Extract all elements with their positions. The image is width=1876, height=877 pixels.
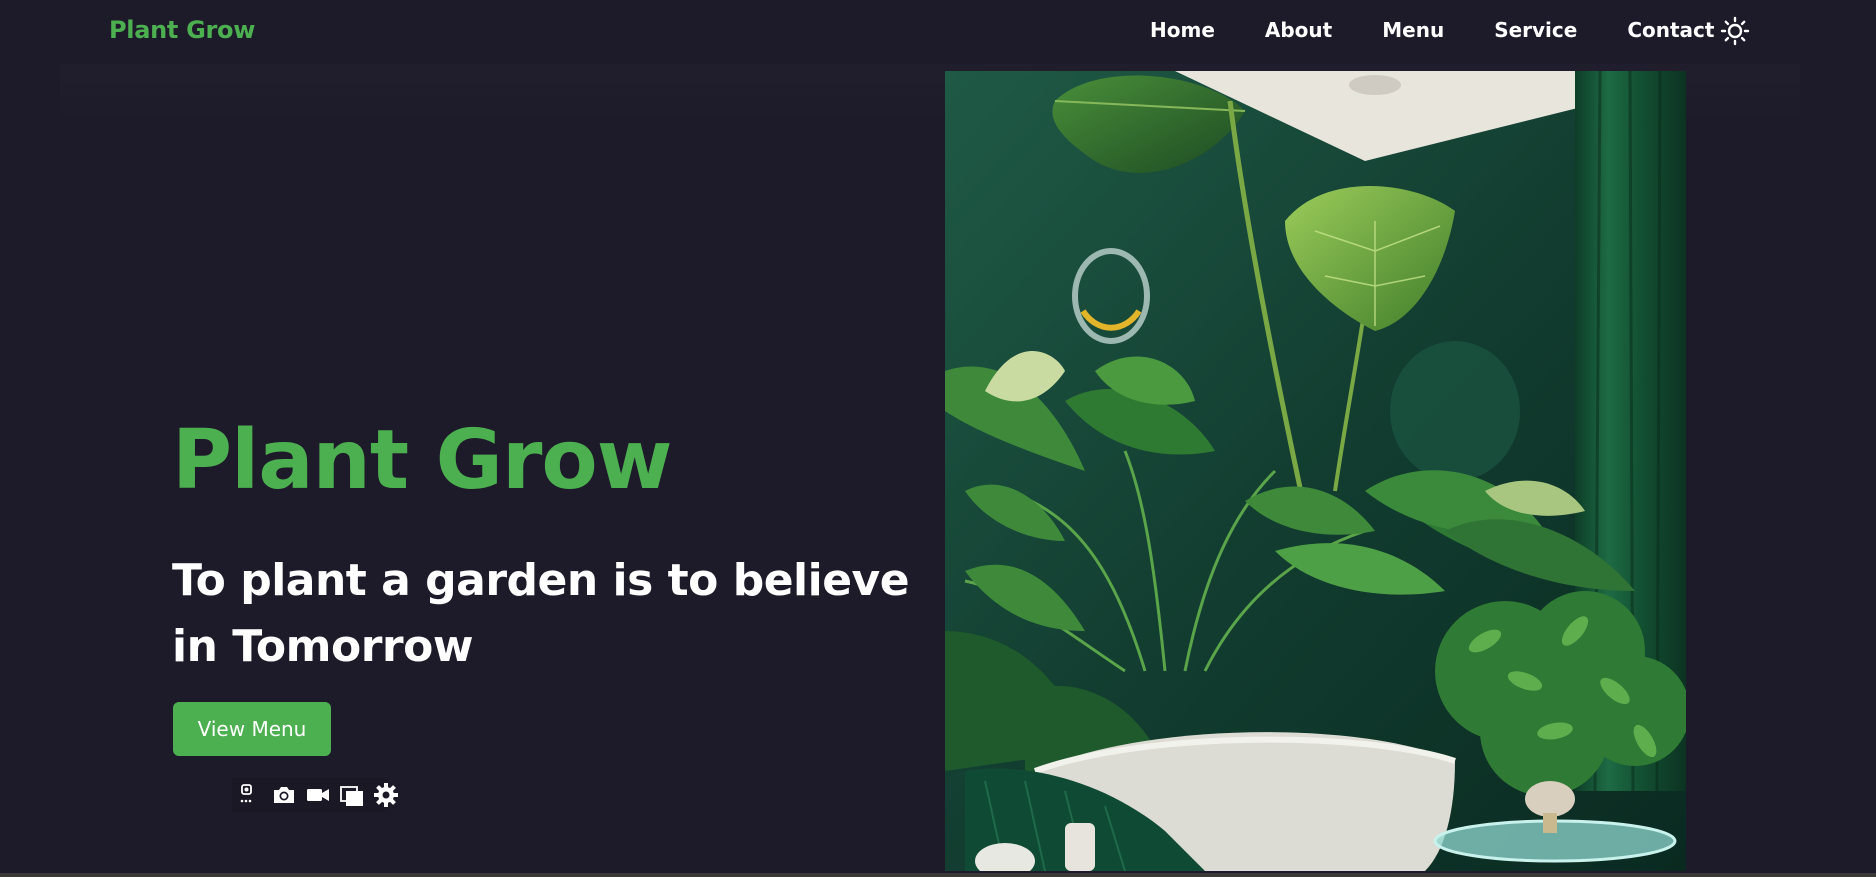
- indoor-plants-photo: [945, 71, 1686, 871]
- nav-links: Home About Menu Service Contact: [1150, 18, 1764, 42]
- nav-link-home[interactable]: Home: [1150, 18, 1215, 42]
- gear-icon[interactable]: [372, 781, 400, 809]
- nav-link-menu[interactable]: Menu: [1382, 18, 1444, 42]
- capture-toolbar: [232, 778, 398, 812]
- camera-icon[interactable]: [270, 781, 298, 809]
- screenshot-options-icon[interactable]: [236, 781, 264, 809]
- hero-tagline: To plant a garden is to believe in Tomor…: [172, 555, 910, 672]
- hero-title: Plant Grow: [172, 413, 672, 508]
- bottom-divider: [0, 873, 1876, 877]
- sun-icon[interactable]: [1720, 16, 1750, 46]
- windows-icon[interactable]: [338, 781, 366, 809]
- nav-link-contact[interactable]: Contact: [1627, 18, 1714, 42]
- navbar: Plant Grow Home About Menu Service Conta…: [0, 0, 1876, 62]
- page: Plant Grow Home About Menu Service Conta…: [0, 0, 1876, 877]
- video-icon[interactable]: [304, 781, 332, 809]
- brand-logo[interactable]: Plant Grow: [109, 16, 255, 44]
- view-menu-button[interactable]: View Menu: [173, 702, 331, 756]
- nav-link-about[interactable]: About: [1265, 18, 1332, 42]
- nav-link-service[interactable]: Service: [1494, 18, 1577, 42]
